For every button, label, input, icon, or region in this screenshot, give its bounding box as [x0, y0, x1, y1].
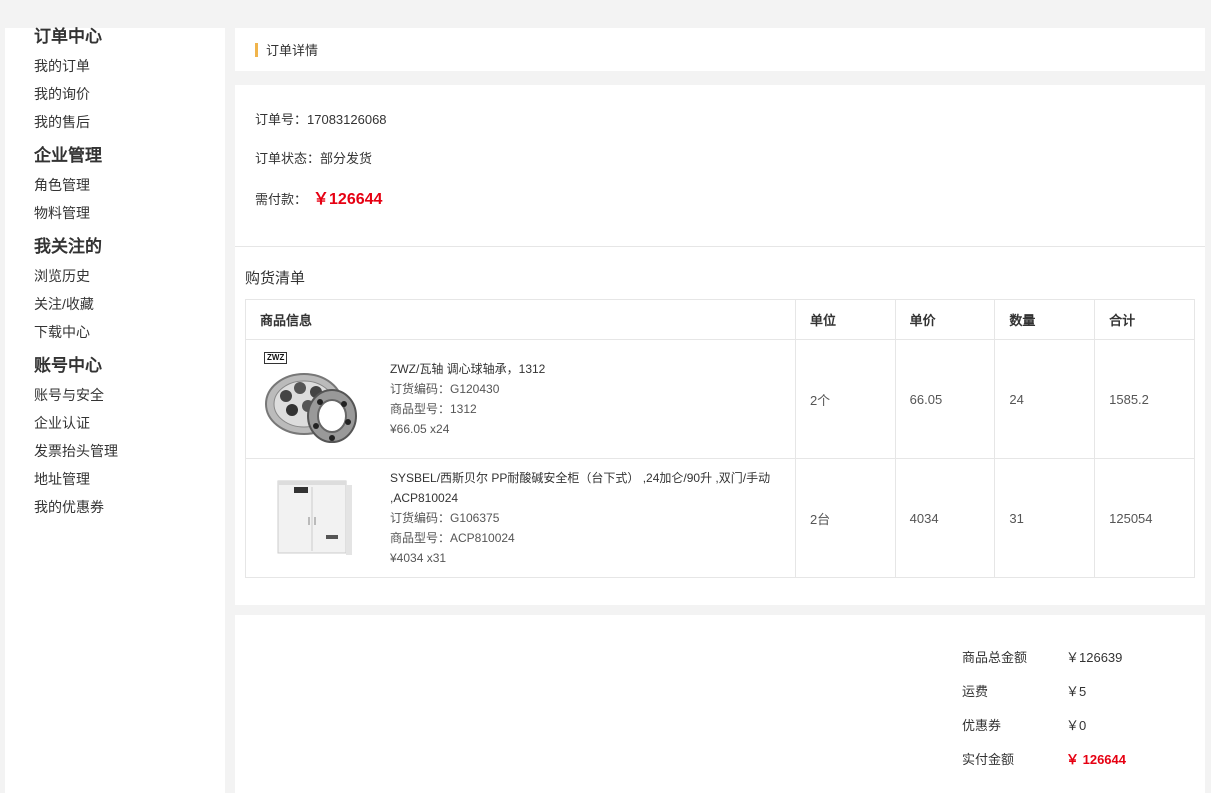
order-code: 订货编码：G120430 [390, 382, 500, 396]
nav-group-title: 订单中心 [34, 27, 102, 46]
main-content: 订单详情 订单号：17083126068 订单状态：部分发货 需付款： ￥1266… [235, 28, 1205, 793]
unit-cell: 2个 [794, 339, 896, 459]
nav-item-account-security[interactable]: 账号与安全 [34, 385, 225, 413]
quantity-cell: 31 [994, 458, 1096, 578]
quantity-cell: 24 [994, 339, 1096, 459]
col-total: 合计 [1094, 299, 1195, 340]
goods-total-label: 商品总金额 [962, 650, 1028, 665]
col-product-info: 商品信息 [245, 299, 796, 340]
order-summary-panel: 商品总金额 ￥126639 运费 ￥5 优惠券 ￥0 实付金额 ￥ 126644 [235, 615, 1205, 793]
page-header: 订单详情 [235, 28, 1205, 71]
accent-bar [255, 42, 258, 57]
product-model: 商品型号：1312 [390, 402, 477, 416]
order-code: 订货编码：G106375 [390, 511, 500, 525]
nav-item-invoice-title[interactable]: 发票抬头管理 [34, 441, 225, 469]
table-header-row: 商品信息 单位 单价 数量 合计 [245, 299, 1195, 340]
nav-group-title: 我关注的 [34, 237, 102, 256]
paid-total-value: ￥ 126644 [1066, 752, 1126, 767]
purchase-table: 商品信息 单位 单价 数量 合计 ZWZ ZWZ/瓦轴 调心球轴承，1312 订… [245, 299, 1195, 578]
col-unit: 单位 [794, 299, 896, 340]
cabinet-image[interactable] [246, 459, 390, 577]
price-quantity: ¥4034 x31 [390, 551, 447, 565]
unit-price-cell: 4034 [894, 458, 996, 578]
amount-due-label: 需付款： [255, 192, 308, 207]
nav-group-title: 企业管理 [34, 146, 102, 165]
product-info-cell: ZWZ ZWZ/瓦轴 调心球轴承，1312 订货编码：G120430 商品型号：… [245, 339, 796, 459]
product-name[interactable]: ZWZ/瓦轴 调心球轴承，1312 [390, 359, 780, 379]
bearing-image[interactable]: ZWZ [246, 340, 390, 458]
order-number: 订单号：17083126068 [255, 112, 387, 127]
amount-due: 需付款： ￥126644 [255, 185, 382, 209]
shipping-value: ￥5 [1066, 684, 1087, 699]
coupon-value: ￥0 [1066, 718, 1087, 733]
nav-group-title: 账号中心 [34, 356, 102, 375]
paid-total-label: 实付金额 [962, 752, 1015, 767]
nav-item-browse-history[interactable]: 浏览历史 [34, 266, 225, 294]
coupon-label: 优惠券 [962, 718, 1002, 733]
paid-total-row: 实付金额 ￥ 126644 [962, 749, 1162, 768]
shipping-label: 运费 [962, 684, 989, 699]
amount-due-value: ￥126644 [313, 191, 383, 208]
price-quantity: ¥66.05 x24 [390, 422, 450, 436]
nav-item-my-coupons[interactable]: 我的优惠券 [34, 497, 225, 525]
brand-badge: ZWZ [264, 352, 288, 364]
col-quantity: 数量 [994, 299, 1096, 340]
page-title: 订单详情 [266, 43, 319, 58]
nav-item-my-inquiries[interactable]: 我的询价 [34, 84, 225, 112]
unit-price-cell: 66.05 [894, 339, 996, 459]
sidebar: 订单中心 我的订单 我的询价 我的售后 企业管理 角色管理 物料管理 我关注的 … [5, 28, 225, 793]
nav-item-favorites[interactable]: 关注/收藏 [34, 294, 225, 322]
product-details: ZWZ/瓦轴 调心球轴承，1312 订货编码：G120430 商品型号：1312… [390, 359, 780, 439]
product-info-cell: SYSBEL/西斯贝尔 PP耐酸碱安全柜（台下式） ,24加仑/90升 ,双门/… [245, 458, 796, 578]
nav-item-download-center[interactable]: 下载中心 [34, 322, 225, 350]
purchase-list-panel: 购货清单 商品信息 单位 单价 数量 合计 ZWZ ZWZ/瓦轴 调心球轴承，1… [235, 247, 1205, 605]
product-details: SYSBEL/西斯贝尔 PP耐酸碱安全柜（台下式） ,24加仑/90升 ,双门/… [390, 468, 780, 568]
product-name[interactable]: SYSBEL/西斯贝尔 PP耐酸碱安全柜（台下式） ,24加仑/90升 ,双门/… [390, 468, 780, 508]
purchase-list-title: 购货清单 [245, 270, 306, 287]
nav-group-following: 我关注的 浏览历史 关注/收藏 下载中心 [34, 238, 225, 350]
product-model: 商品型号：ACP810024 [390, 531, 515, 545]
goods-total-value: ￥126639 [1066, 650, 1123, 665]
nav-item-my-after-sales[interactable]: 我的售后 [34, 112, 225, 140]
col-unit-price: 单价 [894, 299, 996, 340]
coupon-row: 优惠券 ￥0 [962, 715, 1162, 734]
total-cell: 125054 [1094, 458, 1195, 578]
nav-item-address-management[interactable]: 地址管理 [34, 469, 225, 497]
nav-item-material-management[interactable]: 物料管理 [34, 203, 225, 231]
unit-cell: 2台 [794, 458, 896, 578]
nav-item-enterprise-verification[interactable]: 企业认证 [34, 413, 225, 441]
shipping-row: 运费 ￥5 [962, 681, 1162, 700]
total-cell: 1585.2 [1094, 339, 1195, 459]
order-status: 订单状态：部分发货 [255, 151, 373, 166]
nav-group-enterprise: 企业管理 角色管理 物料管理 [34, 147, 225, 231]
goods-total-row: 商品总金额 ￥126639 [962, 647, 1162, 666]
nav-group-account: 账号中心 账号与安全 企业认证 发票抬头管理 地址管理 我的优惠券 [34, 357, 225, 525]
nav-item-role-management[interactable]: 角色管理 [34, 175, 225, 203]
nav-item-my-orders[interactable]: 我的订单 [34, 56, 225, 84]
table-row: SYSBEL/西斯贝尔 PP耐酸碱安全柜（台下式） ,24加仑/90升 ,双门/… [245, 458, 1195, 578]
order-info-panel: 订单号：17083126068 订单状态：部分发货 需付款： ￥126644 [235, 85, 1205, 247]
table-row: ZWZ ZWZ/瓦轴 调心球轴承，1312 订货编码：G120430 商品型号：… [245, 339, 1195, 459]
nav-group-order-center: 订单中心 我的订单 我的询价 我的售后 [34, 28, 225, 140]
